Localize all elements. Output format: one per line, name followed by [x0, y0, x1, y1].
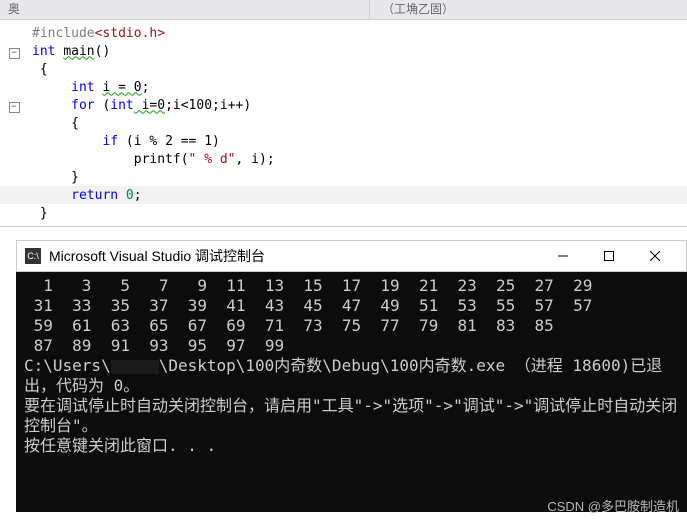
output-row: 87 89 91 93 95 97 99 — [24, 336, 679, 356]
output-row: 59 61 63 65 67 69 71 73 75 77 79 81 83 8… — [24, 316, 679, 336]
fold-icon[interactable]: − — [9, 48, 20, 59]
code-line-7: if (i % 2 == 1) — [0, 132, 687, 150]
fold-icon[interactable]: − — [9, 102, 20, 113]
console-title: Microsoft Visual Studio 调试控制台 — [49, 246, 540, 266]
console-titlebar[interactable]: C:\ Microsoft Visual Studio 调试控制台 — [16, 240, 687, 272]
code-line-5: − for (int i=0;i<100;i++) — [0, 96, 687, 114]
redacted-username — [111, 360, 159, 374]
minimize-button[interactable] — [540, 241, 586, 271]
code-line-4: int i = 0; — [0, 78, 687, 96]
tab-bar: 奥 （工埆乙固） — [0, 0, 687, 20]
watermark: CSDN @多巴胺制造机 — [547, 496, 679, 515]
code-line-6: { — [0, 114, 687, 132]
code-line-8: printf(" % d", i); — [0, 150, 687, 168]
console-window: C:\ Microsoft Visual Studio 调试控制台 1 3 5 … — [16, 240, 687, 512]
maximize-button[interactable] — [586, 241, 632, 271]
code-line-10: return 0; — [0, 186, 687, 204]
output-row: 1 3 5 7 9 11 13 15 17 19 21 23 25 27 29 — [24, 276, 679, 296]
code-line-9: } — [0, 168, 687, 186]
close-button[interactable] — [632, 241, 678, 271]
tab-right[interactable]: （工埆乙固） — [370, 0, 687, 19]
code-line-2: − int main() — [0, 42, 687, 60]
exit-message: C:\Users\\Desktop\100内奇数\Debug\100内奇数.ex… — [24, 356, 679, 396]
console-output[interactable]: 1 3 5 7 9 11 13 15 17 19 21 23 25 27 29 … — [16, 272, 687, 512]
code-editor[interactable]: #include<stdio.h> − int main() { int i =… — [0, 20, 687, 227]
output-row: 31 33 35 37 39 41 43 45 47 49 51 53 55 5… — [24, 296, 679, 316]
press-key-message: 按任意键关闭此窗口. . . — [24, 436, 679, 456]
code-line-3: { — [0, 60, 687, 78]
console-app-icon: C:\ — [25, 248, 41, 264]
code-line-1: #include<stdio.h> — [0, 24, 687, 42]
tab-left[interactable]: 奥 — [0, 0, 370, 19]
code-line-11: } — [0, 204, 687, 222]
hint-message: 要在调试停止时自动关闭控制台，请启用"工具"->"选项"->"调试"->"调试停… — [24, 396, 679, 436]
